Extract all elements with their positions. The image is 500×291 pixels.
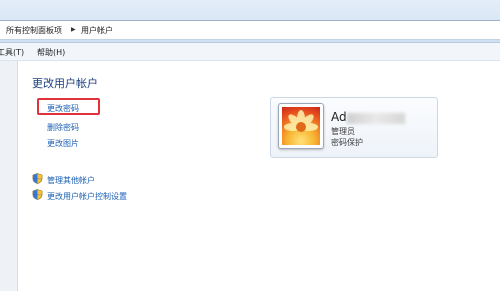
change-password-link[interactable]: 更改密码: [47, 103, 79, 114]
uac-shield-icon: [32, 189, 43, 200]
manage-other-accounts-link[interactable]: 管理其他帐户: [47, 175, 95, 186]
change-picture-link[interactable]: 更改图片: [47, 138, 79, 149]
breadcrumb-separator-icon[interactable]: ▶: [71, 26, 76, 33]
page-title: 更改用户帐户: [32, 77, 98, 90]
address-bar-region: 所有控制面板项 ▶ 用户帐户: [0, 0, 500, 43]
account-name: Ad: [331, 110, 347, 124]
avatar[interactable]: [278, 103, 324, 149]
redacted-name-mask: [347, 113, 405, 124]
flower-avatar-icon: [282, 107, 320, 145]
remove-password-link[interactable]: 删除密码: [47, 122, 79, 133]
breadcrumb-user-accounts[interactable]: 用户帐户: [81, 25, 113, 36]
navigation-pane: [0, 61, 18, 291]
account-password-status: 密码保护: [331, 138, 363, 147]
breadcrumb-control-panel-items[interactable]: 所有控制面板项: [6, 25, 62, 36]
menu-tools[interactable]: 工具(T): [0, 47, 24, 58]
uac-shield-icon: [32, 173, 43, 184]
menu-help[interactable]: 帮助(H): [37, 47, 65, 58]
uac-settings-link[interactable]: 更改用户帐户控制设置: [47, 191, 127, 202]
menu-bar: 工具(T) 帮助(H): [0, 43, 500, 61]
account-role: 管理员: [331, 127, 355, 136]
address-field[interactable]: 所有控制面板项 ▶ 用户帐户: [0, 20, 500, 40]
